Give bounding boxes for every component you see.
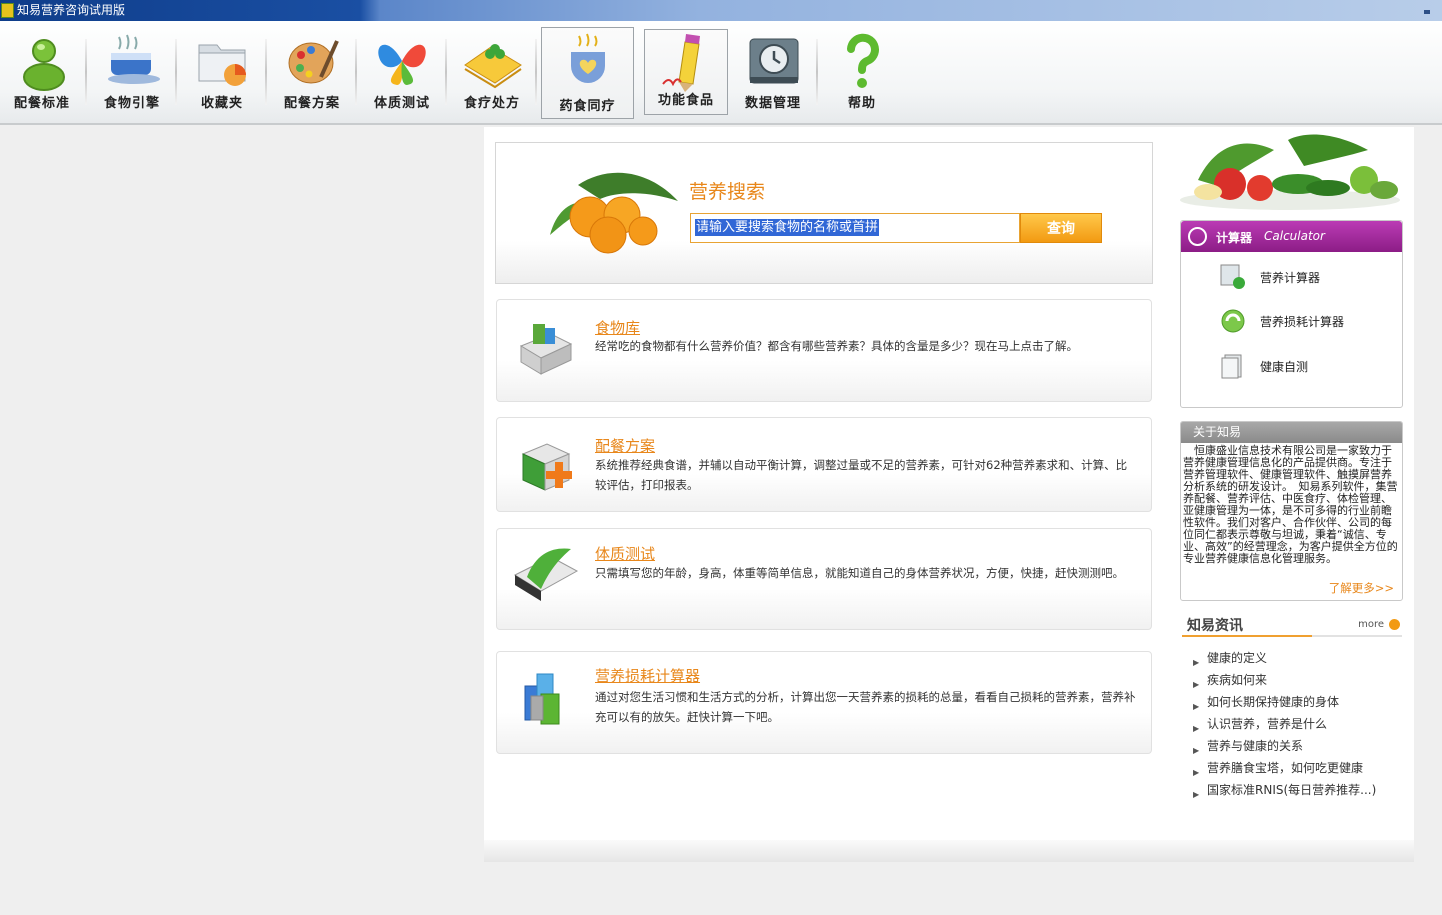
colored-blocks-icon (524, 673, 560, 725)
news-item[interactable]: ▶ 营养膳食宝塔，如何吃更健康 (1191, 758, 1406, 780)
document-icon (1221, 354, 1242, 379)
card-description: 通过对您生活习惯和生活方式的分析，计算出您一天营养素的损耗的总量，看看自己损耗的… (595, 690, 1136, 724)
toolbar-help[interactable]: 帮助 (828, 29, 896, 117)
toolbar-food-engine[interactable]: 食物引擎 (96, 29, 168, 117)
card-description: 经常吃的食物都有什么营养价值？都含有哪些营养素？具体的含量是多少？现在马上点击了… (595, 339, 1078, 353)
toolbar-diet-standard[interactable]: 配餐标准 (6, 29, 78, 117)
card-title[interactable]: 配餐方案 (595, 435, 655, 456)
box-add-icon (521, 443, 572, 491)
box-check-icon (513, 548, 579, 601)
calculator-item-label: 营养计算器 (1260, 271, 1321, 285)
about-title: 关于知易 (1181, 422, 1402, 443)
recycle-icon (1221, 309, 1245, 333)
health-self-test-link[interactable]: 健康自测 (1219, 348, 1369, 384)
bullet-icon: ▶ (1193, 790, 1200, 799)
calculator-item-label: 营养损耗计算器 (1260, 315, 1345, 329)
toolbar-data-management[interactable]: 数据管理 (737, 29, 809, 117)
calculator-title-cn: 计算器 (1216, 231, 1253, 245)
about-panel: 关于知易 恒康盛业信息技术有限公司是一家致力于营养健康管理信息化的产品提供商。专… (1180, 421, 1403, 601)
toolbar-label: 配餐方案 (283, 96, 340, 111)
app-icon (1, 3, 14, 18)
news-title: 知易资讯 (1187, 618, 1243, 634)
calculator-header: 计算器 Calculator (1181, 221, 1402, 252)
question-icon (847, 33, 879, 88)
toolbar-label: 体质测试 (373, 96, 430, 111)
heart-cup-icon (570, 33, 605, 83)
calculator-icon (1188, 227, 1207, 246)
palette-icon (288, 40, 339, 84)
feature-card-loss-calculator[interactable]: 营养损耗计算器 通过对您生活习惯和生活方式的分析，计算出您一天营养素的损耗的总量… (496, 651, 1152, 754)
news-more-link[interactable]: more (1358, 619, 1384, 630)
card-description: 只需填写您的年龄，身高，体重等简单信息，就能知道自己的身体营养状况，方便，快捷，… (595, 566, 1124, 580)
backup-clock-icon (749, 38, 799, 84)
calculator-item-label: 健康自测 (1260, 360, 1309, 374)
news-item[interactable]: ▶ 健康的定义 (1191, 648, 1406, 670)
toolbar-functional-food[interactable]: 功能食品 (644, 29, 728, 115)
toolbar-constitution-test[interactable]: 体质测试 (366, 29, 438, 117)
toolbar-diet-therapy[interactable]: 食疗处方 (456, 29, 528, 117)
nutrition-loss-calculator-link[interactable]: 营养损耗计算器 (1219, 303, 1369, 339)
news-item[interactable]: ▶ 国家标准RNIS(每日营养推荐...) (1191, 780, 1406, 802)
toolbar-label: 配餐标准 (13, 96, 70, 111)
news-list: ▶ 健康的定义 ▶ 疾病如何来 ▶ 如何长期保持健康的身体 ▶ 认识营养，营养是什么 ▶… (1191, 648, 1406, 802)
toolbar-food-medicine[interactable]: 药食同疗 (541, 27, 634, 119)
card-title[interactable]: 营养损耗计算器 (595, 665, 700, 686)
toolbar-label: 功能食品 (657, 93, 714, 108)
calculator-panel: 计算器 Calculator 营养计算器 营养损耗计算器 健康自测 (1180, 220, 1403, 408)
search-button[interactable]: 查询 (1020, 213, 1102, 243)
news-item[interactable]: ▶ 疾病如何来 (1191, 670, 1406, 692)
feature-card-constitution-test[interactable]: 体质测试 只需填写您的年龄，身高，体重等简单信息，就能知道自己的身体营养状况，方… (496, 528, 1152, 630)
minimize-button[interactable] (1424, 10, 1430, 14)
toolbar-label: 食疗处方 (463, 96, 520, 111)
about-body: 恒康盛业信息技术有限公司是一家致力于营养健康管理信息化的产品提供商。专注于营养管… (1183, 444, 1398, 565)
toolbar-label: 食物引擎 (103, 96, 160, 111)
toolbar-meal-plan[interactable]: 配餐方案 (276, 29, 348, 117)
main-toolbar: 配餐标准 食物引擎 收藏夹 配餐方案 体质测试 食疗处方 药食同疗 功能食品 数… (0, 21, 1442, 125)
folder-icon (198, 44, 246, 86)
toolbar-label: 收藏夹 (200, 96, 243, 111)
learn-more-link[interactable]: 了解更多>> (1329, 580, 1394, 596)
search-title: 营养搜索 (689, 181, 766, 203)
nutrition-calculator-link[interactable]: 营养计算器 (1219, 259, 1369, 295)
nutrition-search-panel: 营养搜索 请输入要搜索食物的名称或首拼 查询 (495, 142, 1153, 284)
news-item[interactable]: ▶ 如何长期保持健康的身体 (1191, 692, 1406, 714)
news-header: 知易资讯 more (1182, 613, 1402, 637)
butterfly-icon (378, 44, 426, 85)
card-title[interactable]: 食物库 (595, 317, 640, 338)
window-titlebar: 知易营养咨询试用版 (0, 0, 1442, 21)
toolbar-label: 药食同疗 (559, 99, 616, 114)
feature-card-food-database[interactable]: 食物库 经常吃的食物都有什么营养价值？都含有哪些营养素？具体的含量是多少？现在马… (496, 299, 1152, 402)
calculator-green-icon (1220, 264, 1245, 289)
vegetables-image (1180, 134, 1400, 210)
person-icon (23, 39, 65, 91)
food-box-icon (519, 324, 573, 375)
toolbar-label: 数据管理 (744, 96, 801, 111)
news-item[interactable]: ▶ 营养与健康的关系 (1191, 736, 1406, 758)
pencil-icon (662, 34, 700, 92)
toolbar-favorites[interactable]: 收藏夹 (186, 29, 258, 117)
coffee-cup-icon (108, 34, 160, 84)
toolbar-label: 帮助 (847, 96, 876, 111)
search-input-selected-text: 请输入要搜索食物的名称或首拼 (695, 219, 880, 236)
card-description: 系统推荐经典食谱，并辅以自动平衡计算，调整过量或不足的营养素，可针对62种营养素… (595, 458, 1128, 492)
arrow-right-icon[interactable] (1389, 619, 1400, 630)
card-title[interactable]: 体质测试 (595, 543, 655, 564)
news-item[interactable]: ▶ 认识营养，营养是什么 (1191, 714, 1406, 736)
calculator-title-en: Calculator (1264, 229, 1325, 243)
notebook-icon (464, 44, 522, 89)
window-title: 知易营养咨询试用版 (17, 3, 126, 17)
feature-card-meal-plan[interactable]: 配餐方案 系统推荐经典食谱，并辅以自动平衡计算，调整过量或不足的营养素，可针对6… (496, 417, 1152, 512)
orange-fruit-icon (550, 172, 678, 254)
